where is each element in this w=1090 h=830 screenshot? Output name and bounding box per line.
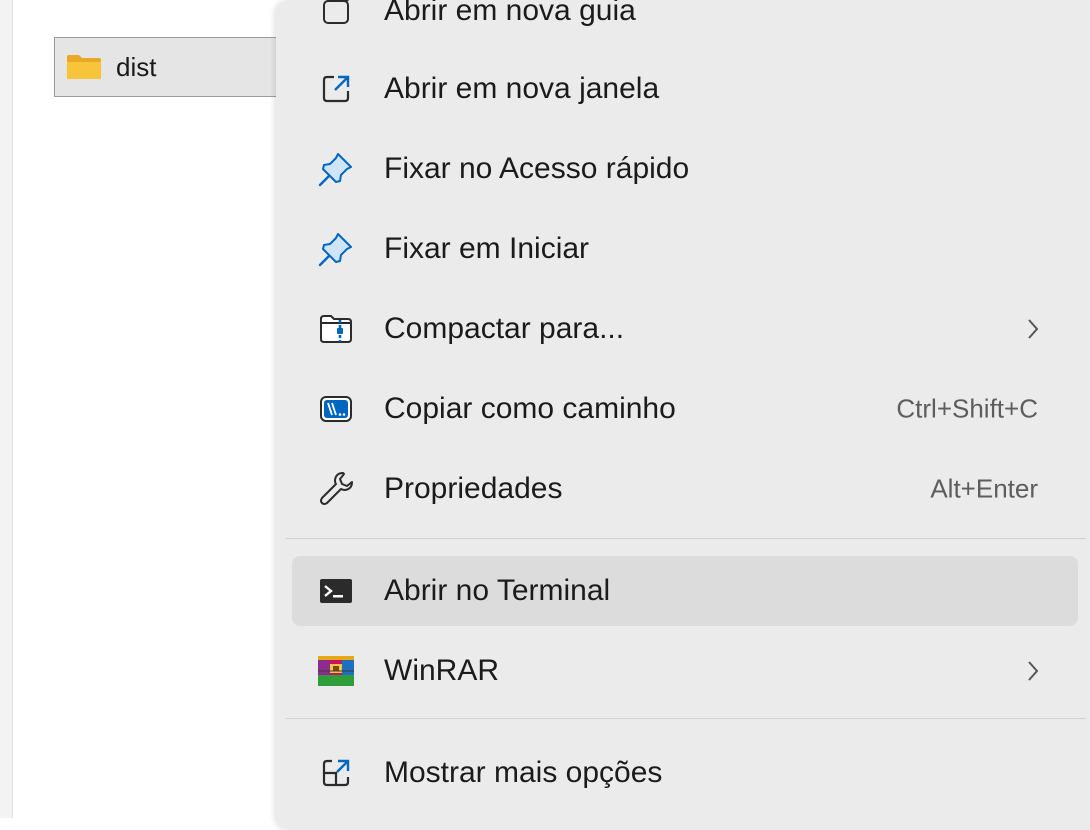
winrar-icon: [318, 656, 354, 686]
menu-separator: [286, 538, 1086, 539]
menu-item-label: Abrir no Terminal: [384, 574, 611, 607]
chevron-right-icon: [1028, 661, 1039, 681]
menu-item-label: Abrir em nova guia: [384, 0, 636, 27]
new-tab-icon: [323, 0, 349, 24]
zip-folder-icon: [320, 315, 352, 343]
menu-item-properties[interactable]: Propriedades Alt+Enter: [292, 454, 1078, 524]
pin-icon: [318, 153, 352, 187]
keyboard-shortcut: Alt+Enter: [930, 473, 1038, 504]
menu-separator: [286, 718, 1086, 719]
menu-item-label: Compactar para...: [384, 312, 625, 345]
menu-item-label: Fixar no Acesso rápido: [384, 152, 690, 185]
file-list-area: [13, 0, 288, 818]
show-more-options-icon: [322, 759, 350, 787]
copy-path-icon: [320, 396, 352, 422]
menu-item-pin-start[interactable]: Fixar em Iniciar: [292, 214, 1078, 284]
menu-item-open-new-window[interactable]: Abrir em nova janela: [292, 54, 1078, 124]
menu-item-winrar[interactable]: WinRAR: [292, 636, 1078, 706]
menu-item-compress-to[interactable]: Compactar para...: [292, 294, 1078, 364]
context-menu: Abrir em nova guia Abrir em nova janela …: [276, 0, 1090, 830]
menu-item-open-new-tab[interactable]: Abrir em nova guia: [292, 0, 1078, 46]
menu-item-label: Propriedades: [384, 472, 563, 505]
open-new-window-icon: [322, 75, 350, 103]
menu-item-label: Mostrar mais opções: [384, 756, 663, 789]
folder-item-dist[interactable]: dist: [54, 37, 294, 97]
folder-name: dist: [116, 52, 157, 82]
folder-icon: [67, 55, 101, 79]
menu-item-copy-as-path[interactable]: Copiar como caminho Ctrl+Shift+C: [292, 374, 1078, 444]
terminal-icon: [320, 579, 352, 603]
chevron-right-icon: [1028, 319, 1039, 339]
menu-item-label: Abrir em nova janela: [384, 72, 660, 105]
pin-icon: [318, 233, 352, 267]
menu-item-label: WinRAR: [384, 654, 500, 687]
navigation-pane-edge: [0, 0, 13, 818]
menu-item-label: Fixar em Iniciar: [384, 232, 590, 265]
menu-item-pin-quick-access[interactable]: Fixar no Acesso rápido: [292, 134, 1078, 204]
menu-item-label: Copiar como caminho: [384, 392, 676, 425]
keyboard-shortcut: Ctrl+Shift+C: [896, 393, 1038, 424]
wrench-icon: [320, 472, 353, 505]
menu-item-open-terminal[interactable]: Abrir no Terminal: [292, 556, 1078, 626]
menu-item-show-more-options[interactable]: Mostrar mais opções: [292, 738, 1078, 808]
